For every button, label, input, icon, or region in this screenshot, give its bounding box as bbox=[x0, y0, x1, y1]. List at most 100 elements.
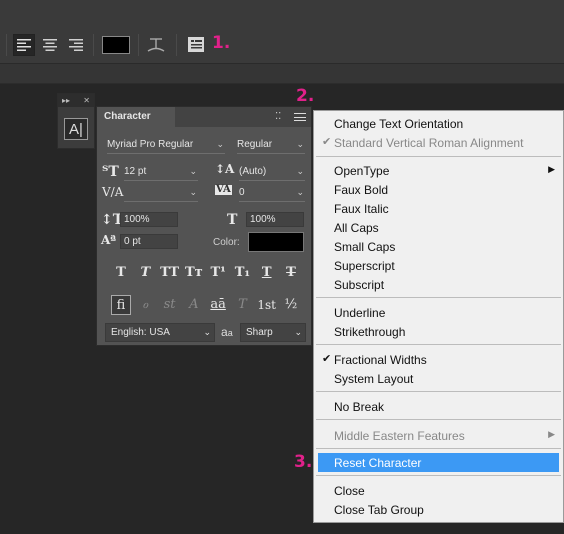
tracking-field[interactable]: 0 ⌄ bbox=[239, 185, 305, 202]
character-panels-icon bbox=[188, 37, 204, 52]
chevron-down-icon: ⌄ bbox=[296, 166, 304, 176]
faux-bold-button[interactable]: T bbox=[111, 263, 131, 283]
menu-divider bbox=[316, 419, 561, 420]
panel-grip-icon[interactable]: ⁚⁚ bbox=[275, 111, 281, 122]
subscript-button[interactable]: T₁ bbox=[232, 263, 252, 283]
superscript-button[interactable]: T¹ bbox=[208, 263, 228, 283]
antialias-value: Sharp bbox=[246, 327, 273, 338]
menu-item-small-caps[interactable]: Small Caps bbox=[318, 237, 559, 256]
horizontal-scale-field[interactable]: 100% bbox=[246, 212, 304, 227]
color-label: Color: bbox=[213, 237, 240, 248]
strikethrough-button[interactable]: T bbox=[281, 263, 301, 283]
menu-item-middle-eastern-features[interactable]: Middle Eastern Features ▶ bbox=[318, 426, 559, 445]
menu-item-close-tab-group[interactable]: Close Tab Group bbox=[318, 500, 559, 519]
menu-item-standard-vertical-roman-alignment[interactable]: ✔ Standard Vertical Roman Alignment bbox=[318, 133, 559, 152]
leading-icon: ↕A bbox=[215, 162, 235, 176]
align-left-button[interactable] bbox=[13, 34, 35, 56]
type-style-buttons: T T TT Tт T¹ T₁ T T bbox=[111, 263, 301, 283]
font-family-value: Myriad Pro Regular bbox=[107, 139, 194, 150]
menu-item-superscript[interactable]: Superscript bbox=[318, 256, 559, 275]
align-right-icon bbox=[69, 39, 83, 51]
menu-item-underline[interactable]: Underline bbox=[318, 303, 559, 322]
toolbar-divider bbox=[6, 34, 7, 56]
menu-item-system-layout[interactable]: System Layout bbox=[318, 369, 559, 388]
panel-menu-icon[interactable] bbox=[294, 111, 306, 123]
baseline-shift-field[interactable]: 0 pt bbox=[120, 234, 178, 249]
chevron-down-icon: ⌄ bbox=[189, 187, 197, 197]
tracking-value: 0 bbox=[239, 187, 245, 198]
submenu-arrow-icon: ▶ bbox=[548, 429, 555, 439]
stylistic-alternates-button[interactable]: aā bbox=[208, 295, 228, 315]
discretionary-ligatures-button[interactable]: ℴ bbox=[135, 295, 155, 315]
character-color-swatch[interactable] bbox=[248, 232, 304, 252]
menu-item-all-caps[interactable]: All Caps bbox=[318, 218, 559, 237]
chevron-down-icon: ⌄ bbox=[203, 327, 211, 337]
menu-divider bbox=[316, 156, 561, 157]
chevron-down-icon: ⌄ bbox=[294, 327, 302, 337]
expand-panels-icon[interactable]: ▸▸ bbox=[62, 96, 70, 105]
antialias-icon: aa bbox=[221, 325, 233, 339]
menu-item-opentype[interactable]: OpenType ▶ bbox=[318, 161, 559, 180]
panel-header: Character ⁚⁚ bbox=[97, 107, 311, 127]
leading-field[interactable]: (Auto) ⌄ bbox=[239, 164, 305, 181]
checkmark-icon: ✔ bbox=[322, 136, 332, 148]
menu-item-strikethrough[interactable]: Strikethrough bbox=[318, 322, 559, 341]
titling-alternates-button[interactable]: T bbox=[232, 295, 252, 315]
warp-text-icon bbox=[147, 38, 165, 52]
underline-button[interactable]: T bbox=[257, 263, 277, 283]
opentype-buttons: fi ℴ st A aā T 1st ½ bbox=[111, 295, 301, 315]
menu-item-fractional-widths[interactable]: ✔ Fractional Widths bbox=[318, 350, 559, 369]
warp-text-button[interactable] bbox=[146, 36, 166, 54]
step-marker-3: 3. bbox=[294, 452, 313, 472]
menu-divider bbox=[316, 391, 561, 392]
small-caps-button[interactable]: Tт bbox=[184, 263, 204, 283]
menu-item-no-break[interactable]: No Break bbox=[318, 397, 559, 416]
chevron-down-icon: ⌄ bbox=[296, 187, 304, 197]
font-style-value: Regular bbox=[237, 139, 273, 150]
toggle-character-panels-button[interactable] bbox=[187, 36, 205, 53]
align-center-button[interactable] bbox=[39, 34, 61, 56]
chevron-down-icon: ⌄ bbox=[296, 139, 304, 149]
tab-character[interactable]: Character bbox=[97, 107, 175, 127]
collapsed-panel-dock: ▸▸ ✕ A| bbox=[57, 93, 95, 149]
tracking-icon: VA bbox=[215, 184, 232, 195]
menu-item-faux-bold[interactable]: Faux Bold bbox=[318, 180, 559, 199]
font-family-select[interactable]: Myriad Pro Regular ⌄ bbox=[107, 137, 225, 154]
menu-divider bbox=[316, 448, 561, 449]
character-panel-flyout-menu: Change Text Orientation ✔ Standard Vertic… bbox=[313, 110, 564, 523]
font-style-select[interactable]: Regular ⌄ bbox=[237, 137, 305, 154]
historical-ligatures-button[interactable]: st bbox=[160, 295, 180, 315]
dock-header: ▸▸ ✕ bbox=[58, 94, 94, 107]
menu-item-close[interactable]: Close bbox=[318, 481, 559, 500]
document-tab-bar bbox=[0, 64, 564, 84]
text-color-swatch[interactable] bbox=[102, 36, 130, 54]
toolbar-divider bbox=[93, 34, 94, 56]
ligatures-button[interactable]: fi bbox=[111, 295, 131, 315]
fractions-button[interactable]: ½ bbox=[281, 295, 301, 315]
menu-divider bbox=[316, 475, 561, 476]
vertical-scale-field[interactable]: 100% bbox=[120, 212, 178, 227]
baseline-shift-icon: Aª bbox=[101, 233, 117, 247]
kerning-icon: V/A bbox=[102, 185, 124, 199]
character-panel-button[interactable]: A| bbox=[64, 118, 88, 140]
faux-italic-button[interactable]: T bbox=[135, 263, 155, 283]
antialias-select[interactable]: Sharp ⌄ bbox=[240, 323, 306, 342]
align-left-icon bbox=[17, 39, 31, 51]
menu-divider bbox=[316, 344, 561, 345]
language-select[interactable]: English: USA ⌄ bbox=[105, 323, 215, 342]
all-caps-button[interactable]: TT bbox=[160, 263, 180, 283]
menu-item-subscript[interactable]: Subscript bbox=[318, 275, 559, 294]
checkmark-icon: ✔ bbox=[322, 353, 332, 365]
menu-item-change-text-orientation[interactable]: Change Text Orientation bbox=[318, 114, 559, 133]
ordinals-button[interactable]: 1st bbox=[257, 295, 277, 315]
step-marker-2: 2. bbox=[296, 86, 315, 106]
align-right-button[interactable] bbox=[65, 34, 87, 56]
menu-item-faux-italic[interactable]: Faux Italic bbox=[318, 199, 559, 218]
menu-item-reset-character[interactable]: Reset Character bbox=[318, 453, 559, 472]
font-size-field[interactable]: 12 pt ⌄ bbox=[124, 164, 198, 181]
swash-button[interactable]: A bbox=[184, 295, 204, 315]
close-dock-icon[interactable]: ✕ bbox=[83, 96, 90, 105]
submenu-arrow-icon: ▶ bbox=[548, 164, 555, 174]
kerning-field[interactable]: ⌄ bbox=[124, 185, 198, 202]
options-bar: 1. bbox=[0, 0, 564, 64]
